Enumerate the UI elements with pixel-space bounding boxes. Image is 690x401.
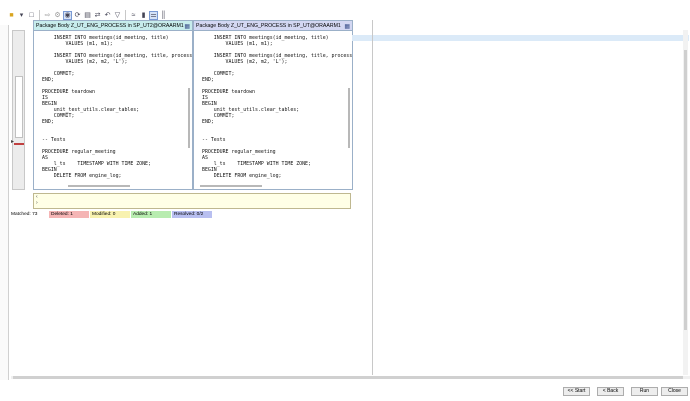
layout-horizontal-icon[interactable]: ⚌	[149, 10, 158, 20]
sync-icon[interactable]: ≈	[129, 11, 138, 20]
status-matched: Matched: 73	[9, 211, 48, 218]
diff-overview-gutter[interactable]	[12, 30, 25, 190]
run-button[interactable]: Run	[631, 387, 658, 396]
scroll-thumb[interactable]	[13, 376, 683, 379]
toolbar-separator	[125, 10, 126, 20]
close-button[interactable]: Close	[661, 387, 688, 396]
right-vertical-scrollbar-main[interactable]	[683, 30, 688, 375]
gear-icon[interactable]: ⚙	[53, 11, 62, 20]
scroll-thumb[interactable]	[188, 88, 190, 148]
status-resolved: Resolved: 0/2	[172, 211, 212, 218]
highlighted-row	[352, 35, 689, 41]
left-compare-pane: Package Body Z_UT_ENG_PROCESS in SP_UT2@…	[33, 20, 193, 190]
refresh-icon[interactable]: ⟳	[73, 11, 82, 20]
dropdown-icon[interactable]: ▾	[17, 11, 26, 20]
main-horizontal-scrollbar[interactable]	[11, 376, 690, 379]
panel-divider[interactable]	[372, 20, 373, 375]
right-pane-title: Package Body Z_UT_ENG_PROCESS in SP_UT@O…	[194, 21, 352, 31]
diff-marker[interactable]	[14, 143, 24, 145]
undo-icon[interactable]: ↶	[103, 11, 112, 20]
right-horizontal-scrollbar[interactable]	[200, 185, 262, 187]
status-deleted: Deleted: 1	[49, 211, 89, 218]
right-code-editor[interactable]: INSERT INTO meetings(id_meeting, title) …	[194, 31, 352, 179]
right-pane-title-text: Package Body Z_UT_ENG_PROCESS in SP_UT@O…	[196, 23, 341, 29]
first-diff-icon[interactable]: ▮	[139, 11, 148, 20]
right-compare-pane: Package Body Z_UT_ENG_PROCESS in SP_UT@O…	[193, 20, 353, 190]
right-vertical-scrollbar[interactable]	[347, 33, 351, 188]
layout-icon[interactable]: ▤	[83, 11, 92, 20]
overview-scroll-knob[interactable]	[15, 76, 23, 138]
compare-window: ■ ▾ □ ⇨ ⚙ ◉ ⟳ ▤ ⇄ ↶ ▽ ≈ ▮ ⚌ ║ ▸ Package …	[0, 0, 690, 401]
toolbar-separator	[39, 10, 40, 20]
package-body-icon: ▦	[344, 24, 350, 30]
merge-edit-box[interactable]: ‹ ›	[33, 193, 351, 209]
left-vertical-scrollbar[interactable]	[187, 33, 191, 188]
copy-right-icon[interactable]: ⇨	[43, 11, 52, 20]
package-icon[interactable]: ■	[7, 11, 16, 20]
copy-left-icon[interactable]: □	[27, 11, 36, 20]
eye-icon[interactable]: ◉	[63, 10, 72, 20]
scroll-thumb[interactable]	[348, 88, 350, 148]
left-panel-strip	[0, 25, 9, 380]
left-code-editor[interactable]: INSERT INTO meetings(id_meeting, title) …	[34, 31, 192, 179]
package-body-icon: ▦	[184, 24, 190, 30]
left-pane-title: Package Body Z_UT_ENG_PROCESS in SP_UT2@…	[34, 21, 192, 31]
ignore-icon[interactable]: ⇄	[93, 11, 102, 20]
current-diff-arrow-icon: ▸	[11, 139, 15, 145]
start-button[interactable]: << Start	[563, 387, 590, 396]
diff-status-bar: Matched: 73 Deleted: 1 Modified: 0 Added…	[9, 210, 213, 219]
left-pane-title-text: Package Body Z_UT_ENG_PROCESS in SP_UT2@…	[36, 23, 184, 29]
status-added: Added: 1	[131, 211, 171, 218]
scroll-thumb[interactable]	[684, 50, 687, 330]
next-diff-icon[interactable]: ▽	[113, 11, 122, 20]
status-modified: Modified: 0	[90, 211, 130, 218]
chevron-icons: ‹ ›	[36, 194, 38, 206]
back-button[interactable]: < Back	[597, 387, 624, 396]
left-horizontal-scrollbar[interactable]	[68, 185, 130, 187]
layout-vertical-icon[interactable]: ║	[159, 11, 168, 20]
